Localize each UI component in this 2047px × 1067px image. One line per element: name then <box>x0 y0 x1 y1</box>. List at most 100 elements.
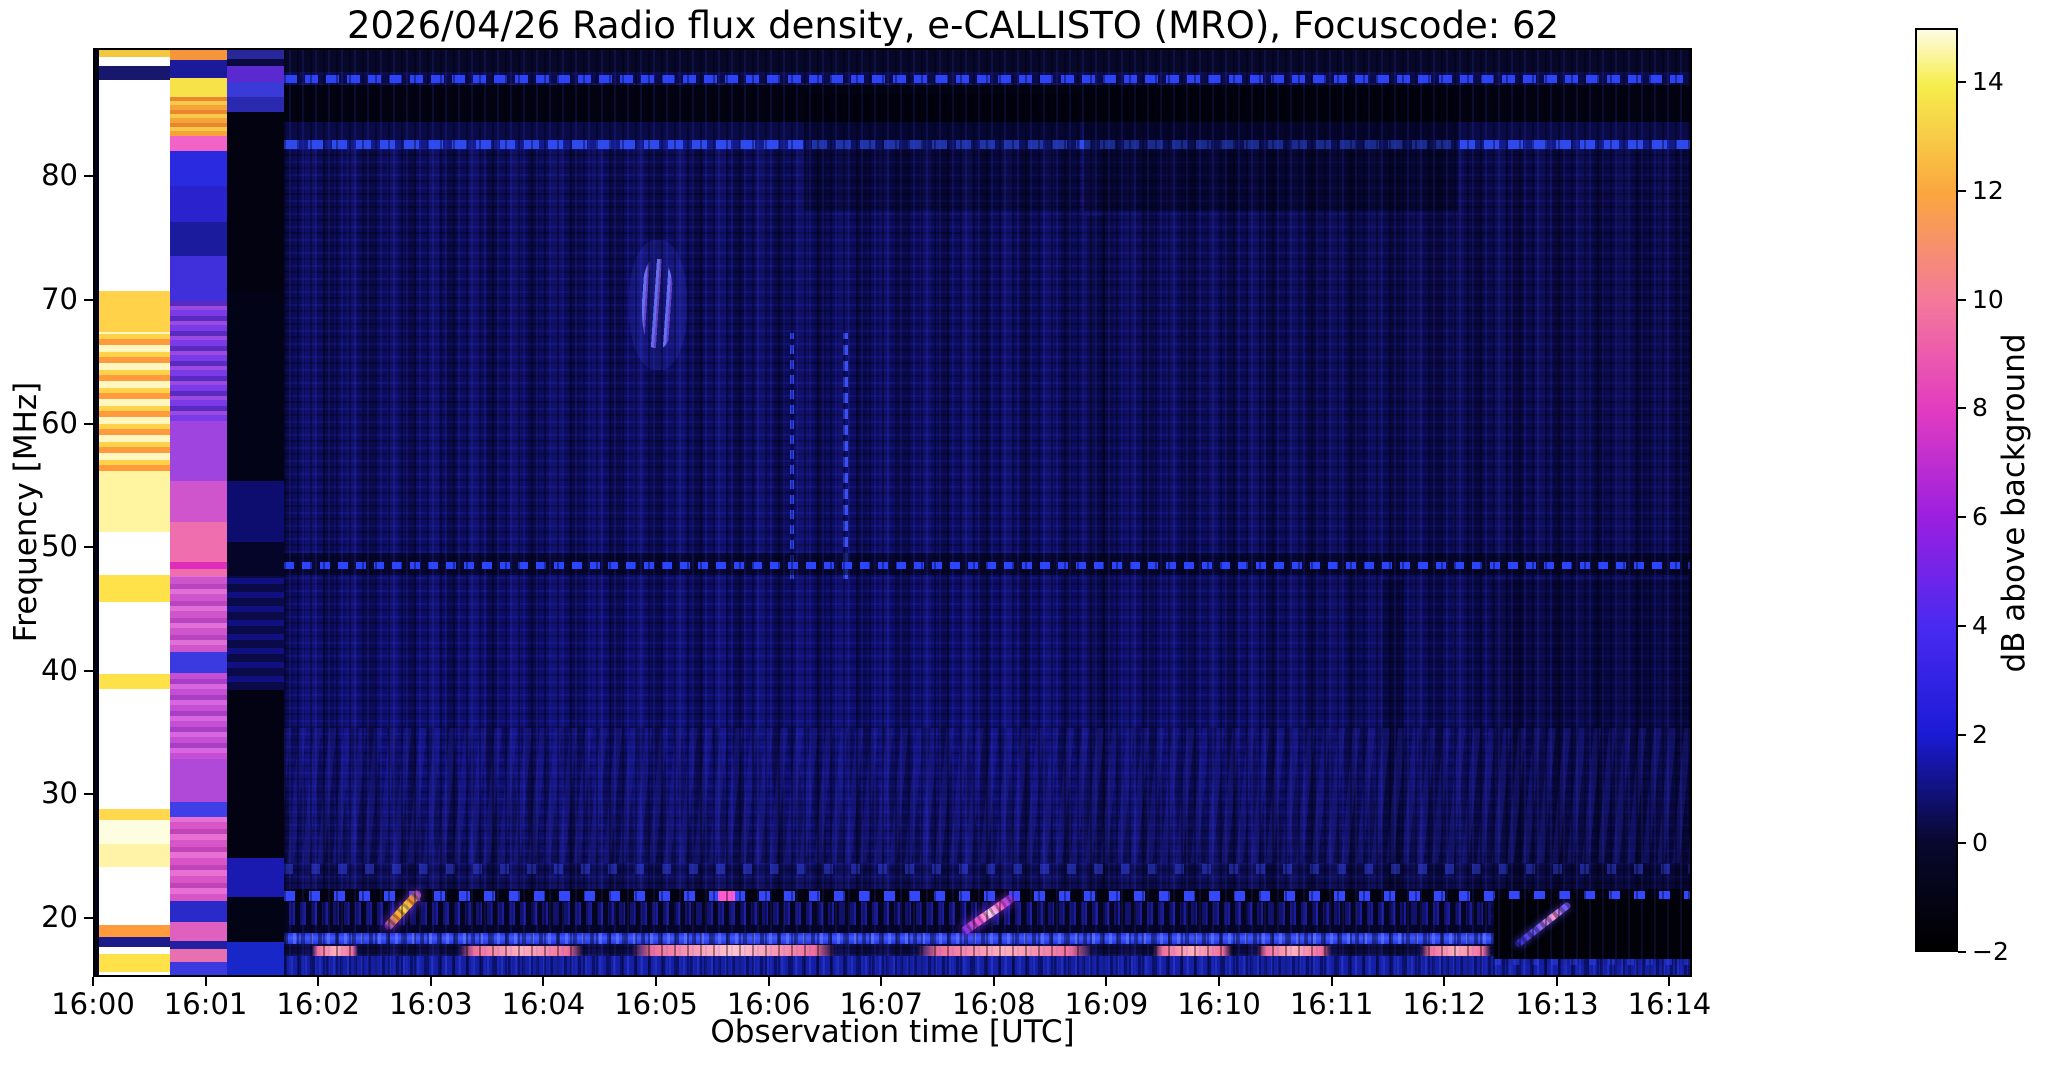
col-pink-attenuated-band <box>169 576 227 652</box>
col-pink-attenuated-band <box>169 562 227 570</box>
colorbar-tick-label: 4 <box>1972 610 1988 640</box>
col-saturated-white-band <box>99 924 170 937</box>
colorbar-tick-mark <box>1958 951 1966 953</box>
col-saturated-white-band <box>99 79 170 291</box>
colorbar-tick-mark <box>1958 842 1966 845</box>
y-tick-mark <box>84 916 93 919</box>
col-saturated-white-band <box>99 866 170 925</box>
x-tick-mark <box>429 977 432 986</box>
x-tick-mark <box>1555 977 1558 986</box>
col-pink-attenuated-band <box>169 420 227 482</box>
col-saturated-white-band <box>99 673 170 689</box>
col-dark-attenuated-band <box>226 541 285 577</box>
col-saturated-white-band <box>99 471 170 532</box>
col-pink-attenuated-band <box>169 300 227 421</box>
col-dark-attenuated-band <box>226 481 285 542</box>
vertical-noise-texture <box>284 50 1690 975</box>
y-tick-mark <box>84 299 93 302</box>
colorbar-tick-label: −2 <box>1972 937 2009 966</box>
y-tick-label: 20 <box>41 899 78 934</box>
colorbar-tick-mark <box>1958 624 1966 627</box>
col-saturated-white-band <box>99 946 170 955</box>
col-pink-attenuated-band <box>169 940 227 950</box>
x-tick-mark <box>1668 977 1671 986</box>
y-tick-label: 70 <box>41 282 78 317</box>
y-tick-mark <box>84 422 93 425</box>
col-pink-attenuated-band <box>169 521 227 563</box>
colorbar-tick-label: 10 <box>1972 284 2004 314</box>
col-pink-attenuated-band <box>169 78 227 97</box>
col-saturated-white-band <box>99 290 170 332</box>
col-pink-attenuated-band <box>169 672 227 760</box>
y-tick-label: 40 <box>41 652 78 687</box>
col-saturated-white-band <box>99 808 170 820</box>
col-pink-attenuated-band <box>169 802 227 818</box>
colorbar-tick-label: 8 <box>1972 393 1988 423</box>
col-saturated-white-band <box>99 844 170 867</box>
col-pink-attenuated-band <box>169 151 227 186</box>
col-dark-attenuated-band <box>226 941 285 975</box>
spectrogram-plot-area <box>93 48 1692 977</box>
col-dark-attenuated-band <box>226 96 285 112</box>
col-saturated-white-band <box>99 688 170 809</box>
y-tick-label: 80 <box>41 158 78 193</box>
col-dark-attenuated-band <box>226 689 285 858</box>
col-pink-attenuated-band <box>169 949 227 962</box>
x-tick-mark <box>1105 977 1108 986</box>
col-dark-attenuated-band <box>226 897 285 942</box>
col-dark-attenuated-band <box>226 58 285 67</box>
col-saturated-white-band <box>99 954 170 972</box>
x-tick-mark <box>92 977 94 986</box>
col-saturated-white-band <box>99 57 170 67</box>
colorbar-tick-label: 6 <box>1972 502 1988 532</box>
colorbar-tick-label: 0 <box>1972 828 1988 858</box>
col-saturated-white-band <box>99 936 170 947</box>
colorbar-tick-mark <box>1958 407 1966 410</box>
col-pink-attenuated-band <box>169 922 227 941</box>
x-tick-mark <box>655 977 658 986</box>
col-pink-attenuated-band <box>169 817 227 902</box>
col-pink-attenuated-band <box>169 256 227 301</box>
col-dark-attenuated-band <box>226 576 285 690</box>
x-tick-mark <box>1443 977 1446 986</box>
spectrogram-figure: 2026/04/26 Radio flux density, e-CALLIST… <box>0 0 2047 1067</box>
col-dark-attenuated-band <box>226 111 285 291</box>
x-tick-mark <box>204 977 207 986</box>
x-tick-mark <box>542 977 545 986</box>
col-pink-attenuated-band <box>169 50 227 60</box>
colorbar-tick-label: 12 <box>1972 176 2004 206</box>
col-dark-attenuated-band <box>226 66 285 83</box>
colorbar-tick-mark <box>1958 298 1966 301</box>
y-tick-mark <box>84 793 93 796</box>
col-dark-attenuated-band <box>226 290 285 482</box>
y-tick-mark <box>84 546 93 549</box>
col-pink-attenuated-band <box>169 759 227 803</box>
x-tick-mark <box>1330 977 1333 986</box>
col-pink-attenuated-band <box>169 136 227 152</box>
col-pink-attenuated-band <box>169 961 227 975</box>
col-dark-attenuated-band <box>226 50 285 59</box>
y-tick-label: 30 <box>41 776 78 811</box>
x-tick-mark <box>992 977 995 986</box>
col-pink-attenuated-band <box>169 569 227 577</box>
colorbar-tick-label: 14 <box>1972 67 2004 97</box>
col-pink-attenuated-band <box>169 221 227 257</box>
col-saturated-white-band <box>99 602 170 674</box>
col-pink-attenuated-band <box>169 185 227 222</box>
chart-title: 2026/04/26 Radio flux density, e-CALLIST… <box>346 4 1560 47</box>
col-saturated-white-band <box>99 575 170 603</box>
colorbar <box>1915 28 1958 952</box>
col-saturated-white-band <box>99 819 170 845</box>
x-tick-mark <box>767 977 770 986</box>
colorbar-tick-mark <box>1958 516 1966 519</box>
col-saturated-white-band <box>99 331 170 472</box>
x-tick-label: 16:14 <box>1627 987 1712 1021</box>
col-pink-attenuated-band <box>169 481 227 522</box>
col-pink-attenuated-band <box>169 96 227 137</box>
colorbar-tick-mark <box>1958 190 1966 193</box>
colorbar-tick-mark <box>1958 81 1966 84</box>
col-saturated-white-band <box>99 50 170 58</box>
x-tick-mark <box>880 977 883 986</box>
col-pink-attenuated-band <box>169 651 227 673</box>
col-saturated-white-band <box>99 66 170 80</box>
